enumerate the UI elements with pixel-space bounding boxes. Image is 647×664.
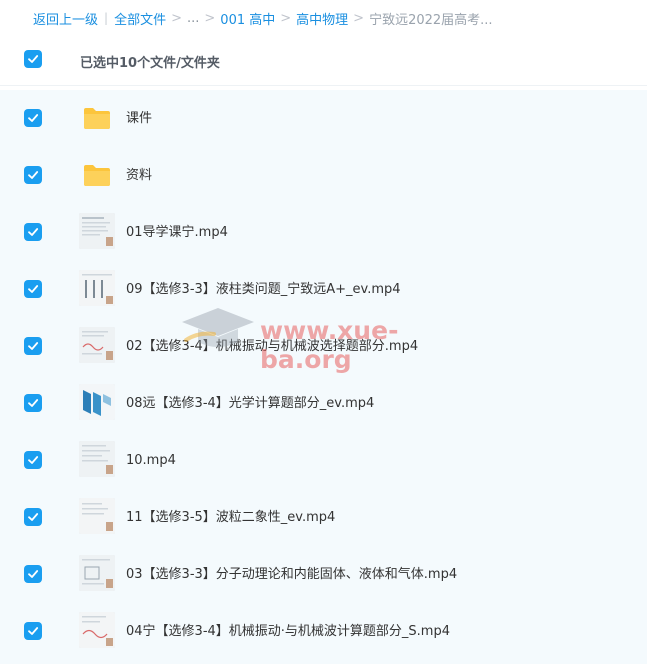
check-icon: [28, 456, 39, 464]
back-link[interactable]: 返回上一级: [33, 9, 98, 28]
breadcrumb-all-files[interactable]: 全部文件: [114, 9, 166, 28]
check-icon: [28, 171, 39, 179]
file-name[interactable]: 01导学课宁.mp4: [126, 204, 228, 261]
file-name[interactable]: 11【选修3-5】波粒二象性_ev.mp4: [126, 489, 335, 546]
list-item[interactable]: 03【选修3-3】分子动理论和内能固体、液体和气体.mp4: [0, 546, 647, 603]
breadcrumb: 返回上一级 | 全部文件 > ... > 001 高中 > 高中物理 > 宁致远…: [0, 0, 647, 36]
list-item[interactable]: 01导学课宁.mp4: [0, 204, 647, 261]
list-item[interactable]: 02【选修3-4】机械振动与机械波选择题部分.mp4: [0, 318, 647, 375]
select-all-checkbox[interactable]: [24, 50, 42, 68]
video-thumbnail-icon: [79, 327, 115, 363]
file-name[interactable]: 03【选修3-3】分子动理论和内能固体、液体和气体.mp4: [126, 546, 457, 603]
row-checkbox[interactable]: [24, 622, 42, 640]
video-thumbnail-icon: [79, 384, 115, 420]
selection-summary: 已选中10个文件/文件夹: [80, 56, 220, 71]
list-item[interactable]: 10.mp4: [0, 432, 647, 489]
row-checkbox[interactable]: [24, 223, 42, 241]
breadcrumb-current: 宁致远2022届高考...: [369, 12, 493, 28]
video-thumbnail-icon: [79, 555, 115, 591]
list-item[interactable]: 08远【选修3-4】光学计算题部分_ev.mp4: [0, 375, 647, 432]
chevron-right-icon: >: [204, 10, 216, 26]
folder-icon: [84, 165, 110, 186]
row-checkbox[interactable]: [24, 166, 42, 184]
list-item[interactable]: 11【选修3-5】波粒二象性_ev.mp4: [0, 489, 647, 546]
chevron-right-icon: >: [280, 10, 292, 26]
check-icon: [28, 55, 39, 63]
list-item[interactable]: 课件: [0, 90, 647, 147]
breadcrumb-divider: |: [104, 11, 109, 25]
file-name[interactable]: 04宁【选修3-4】机械振动·与机械波计算题部分_S.mp4: [126, 603, 450, 660]
list-item[interactable]: 09【选修3-3】液柱类问题_宁致远A+_ev.mp4: [0, 261, 647, 318]
check-icon: [28, 228, 39, 236]
row-checkbox[interactable]: [24, 280, 42, 298]
video-thumbnail-icon: [79, 612, 115, 648]
breadcrumb-level1[interactable]: 001 高中: [220, 9, 275, 28]
check-icon: [28, 342, 39, 350]
row-checkbox[interactable]: [24, 508, 42, 526]
file-name[interactable]: 09【选修3-3】液柱类问题_宁致远A+_ev.mp4: [126, 261, 401, 318]
check-icon: [28, 114, 39, 122]
breadcrumb-ellipsis[interactable]: ...: [187, 11, 199, 26]
file-name[interactable]: 资料: [126, 147, 152, 204]
video-thumbnail-icon: [79, 498, 115, 534]
row-checkbox[interactable]: [24, 337, 42, 355]
file-name[interactable]: 课件: [126, 90, 152, 147]
video-thumbnail-icon: [79, 441, 115, 477]
list-header: 已选中10个文件/文件夹: [0, 38, 647, 86]
chevron-right-icon: >: [353, 10, 365, 26]
row-checkbox[interactable]: [24, 451, 42, 469]
breadcrumb-level2[interactable]: 高中物理: [296, 9, 348, 28]
check-icon: [28, 285, 39, 293]
check-icon: [28, 399, 39, 407]
list-item[interactable]: 04宁【选修3-4】机械振动·与机械波计算题部分_S.mp4: [0, 603, 647, 660]
video-thumbnail-icon: [79, 213, 115, 249]
check-icon: [28, 627, 39, 635]
file-name[interactable]: 02【选修3-4】机械振动与机械波选择题部分.mp4: [126, 318, 418, 375]
folder-icon: [84, 108, 110, 129]
file-list: 课件 资料 01导学课宁.mp4 09【选修3-3】液柱类问题_宁致远A+_ev…: [0, 90, 647, 664]
row-checkbox[interactable]: [24, 109, 42, 127]
file-name[interactable]: 08远【选修3-4】光学计算题部分_ev.mp4: [126, 375, 374, 432]
check-icon: [28, 570, 39, 578]
chevron-right-icon: >: [171, 10, 182, 26]
video-thumbnail-icon: [79, 270, 115, 306]
check-icon: [28, 513, 39, 521]
list-item[interactable]: 资料: [0, 147, 647, 204]
row-checkbox[interactable]: [24, 565, 42, 583]
file-name[interactable]: 10.mp4: [126, 432, 176, 489]
row-checkbox[interactable]: [24, 394, 42, 412]
